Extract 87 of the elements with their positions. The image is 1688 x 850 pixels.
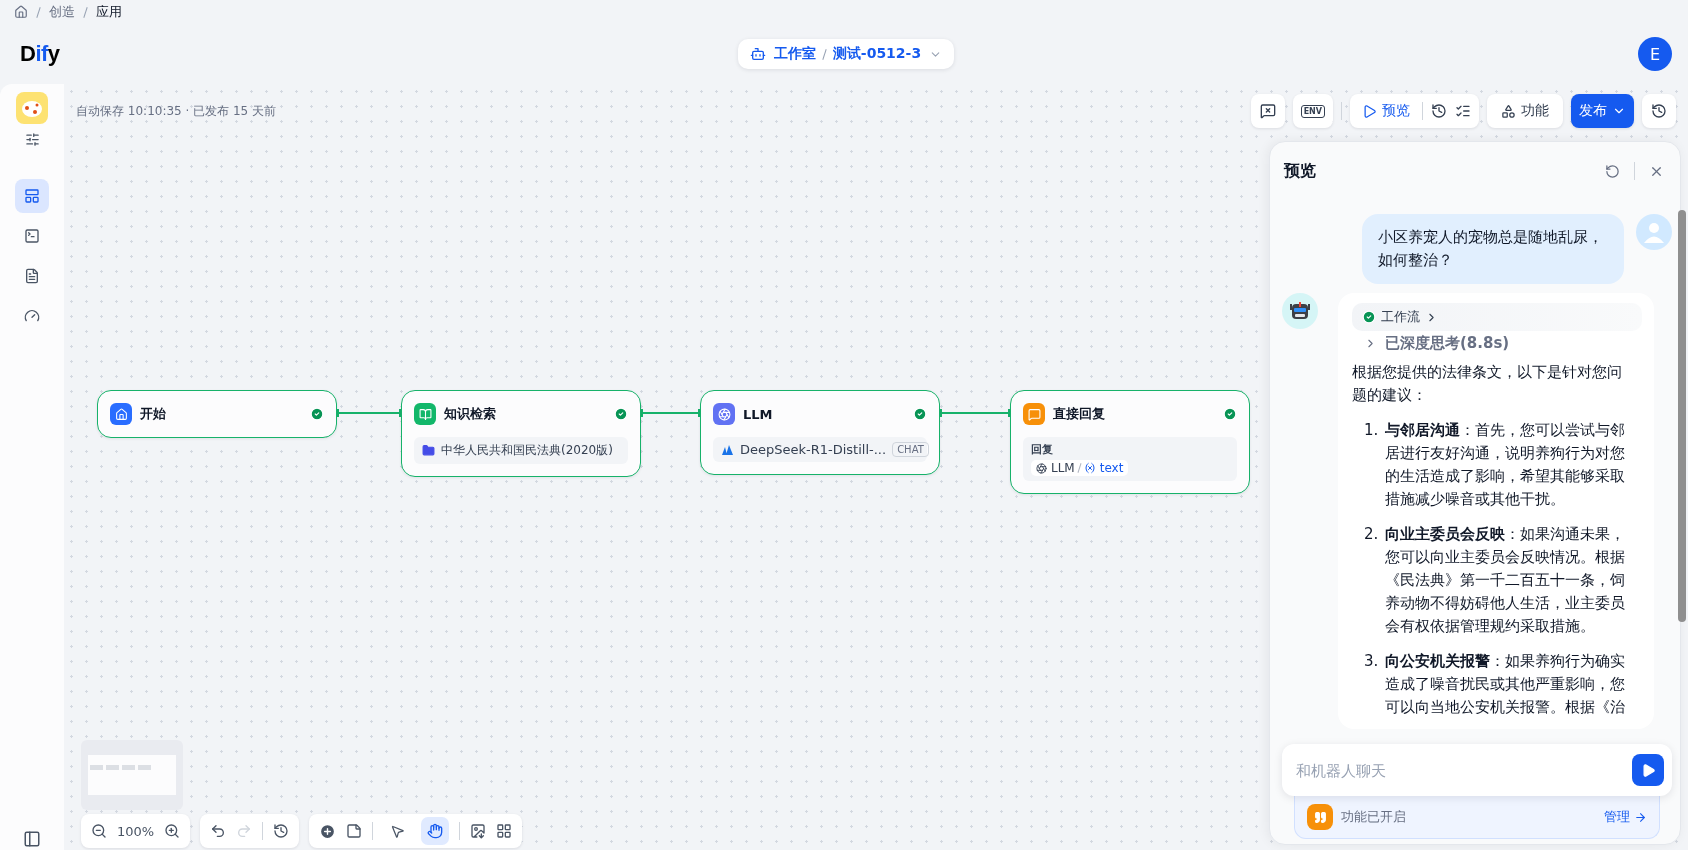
list-number: 2. [1364, 524, 1380, 545]
layout-icon[interactable] [496, 823, 513, 839]
note-icon[interactable] [346, 823, 363, 839]
shapes-icon [1501, 103, 1516, 119]
aperture-icon [717, 407, 731, 421]
manage-link[interactable]: 管理 [1604, 808, 1647, 826]
variable-name: text [1099, 461, 1124, 475]
variable-icon [1083, 462, 1096, 474]
workflow-node[interactable]: 知识检索 中华人民共和国民法典(2020版) [401, 390, 641, 477]
list-item-text: 与邻居沟通：首先，您可以尝试与邻居进行友好沟通，说明养狗行为对您的生活造成了影响，希望其能够采取措施减少噪音或其他干扰。 [1385, 420, 1626, 510]
user-avatar[interactable]: E [1638, 37, 1672, 71]
node-title: 知识检索 [444, 405, 496, 423]
layout-icon [24, 188, 40, 204]
thinking-toggle[interactable]: 已深度思考(8.8s) [1352, 331, 1642, 353]
chat-x-icon [1259, 103, 1276, 119]
field-label: 回复 [1031, 442, 1053, 457]
send-button[interactable] [1632, 754, 1664, 786]
message-icon [1027, 407, 1041, 421]
play-icon [1362, 103, 1377, 119]
node-title: 开始 [140, 405, 166, 423]
conversation-button[interactable] [1250, 94, 1285, 128]
aperture-icon [1036, 462, 1047, 474]
pointer-icon [389, 823, 405, 839]
sliders-icon[interactable] [24, 132, 40, 147]
checklist-icon[interactable] [1455, 103, 1471, 119]
answer-text: 根据您提供的法律条文，以下是针对您问题的建议： [1352, 362, 1623, 406]
dataset-chip: 中华人民共和国民法典(2020版) [414, 437, 628, 464]
variable-chip: LLM text [1031, 460, 1129, 476]
app-switcher[interactable]: 工作室 测试-0512-3 [737, 39, 955, 69]
arrow-right-icon [1634, 810, 1647, 824]
list-number: 1. [1364, 420, 1380, 441]
app-icon[interactable] [16, 92, 48, 124]
restart-icon[interactable] [1605, 163, 1620, 179]
house-icon [114, 407, 128, 421]
model-logo-icon [721, 443, 734, 456]
mode-tag: CHAT [892, 442, 929, 457]
features-button[interactable]: 功能 [1487, 94, 1563, 128]
workflow-status[interactable]: 工作流 [1352, 303, 1642, 331]
sidebar-toggle-icon[interactable] [23, 830, 41, 848]
send-icon [1640, 762, 1656, 778]
zoom-level[interactable]: 100% [117, 823, 155, 839]
panel-title: 预览 [1284, 160, 1316, 182]
list-item-text: 向公安机关报警：如果养狗行为确实造成了噪音扰民或其他严重影响，您可以向当地公安机关报警。根据《治 [1385, 651, 1626, 718]
list-number: 3. [1364, 651, 1380, 672]
chat-input[interactable]: 和机器人聊天 [1294, 760, 1632, 780]
terminal-icon [24, 228, 40, 244]
gauge-icon [24, 308, 40, 324]
robot-avatar-icon [1282, 293, 1318, 329]
document-icon [24, 268, 40, 284]
list-item-text: 向业主委员会反映：如果沟通未果，您可以向业主委员会反映情况。根据《民法典》第一千二百五十一条，饲养动物不得妨碍他人生活，业主委员会有权依据管理规约采取措施。 [1385, 524, 1626, 637]
hand-icon [427, 823, 444, 839]
edge-line [640, 409, 701, 417]
workflow-node[interactable]: LLM DeepSeek-R1-Distill-... CHAT [700, 390, 940, 475]
book-icon [418, 407, 432, 421]
run-history-icon[interactable] [1431, 103, 1447, 119]
workflow-node[interactable]: 开始 [97, 390, 337, 438]
version-history-button[interactable] [1642, 94, 1676, 128]
home-icon[interactable] [14, 5, 28, 19]
zoom-in-icon[interactable] [164, 823, 181, 839]
breadcrumb-link[interactable]: 应用 [96, 3, 122, 21]
node-title: LLM [743, 406, 773, 422]
scrollbar[interactable] [1678, 210, 1686, 622]
zoom-out-icon[interactable] [91, 823, 107, 839]
env-button[interactable]: ENV [1292, 94, 1333, 128]
node-title: 直接回复 [1053, 405, 1105, 423]
edge-line [939, 409, 1011, 417]
model-chip: DeepSeek-R1-Distill-... CHAT [713, 437, 927, 462]
export-image-icon[interactable] [470, 823, 487, 839]
folder-icon [422, 444, 435, 457]
publish-button[interactable]: 发布 [1571, 94, 1634, 128]
edge-line [336, 409, 402, 417]
hand-tool[interactable] [421, 817, 450, 845]
sidebar-item[interactable] [15, 179, 49, 213]
user-avatar-icon [1636, 214, 1672, 250]
save-status: 自动保存 10:10:35 · 已发布 15 天前 [76, 102, 277, 120]
user-message: 小区养宠人的宠物总是随地乱尿，如何整治？ [1362, 214, 1624, 284]
quote-icon [1307, 804, 1333, 830]
robot-icon [749, 46, 766, 62]
history-icon [1651, 103, 1667, 119]
workflow-node[interactable]: 直接回复 回复 LLM text [1010, 390, 1250, 494]
undo-icon[interactable] [210, 823, 227, 839]
chat-field[interactable]: 和机器人聊天 [1282, 744, 1672, 796]
logo: Dify [20, 41, 60, 67]
history-icon[interactable] [273, 823, 290, 839]
breadcrumb-link[interactable]: 创造 [49, 3, 75, 21]
features-status: 功能已开启 [1341, 808, 1406, 826]
add-node-icon[interactable] [319, 822, 337, 840]
